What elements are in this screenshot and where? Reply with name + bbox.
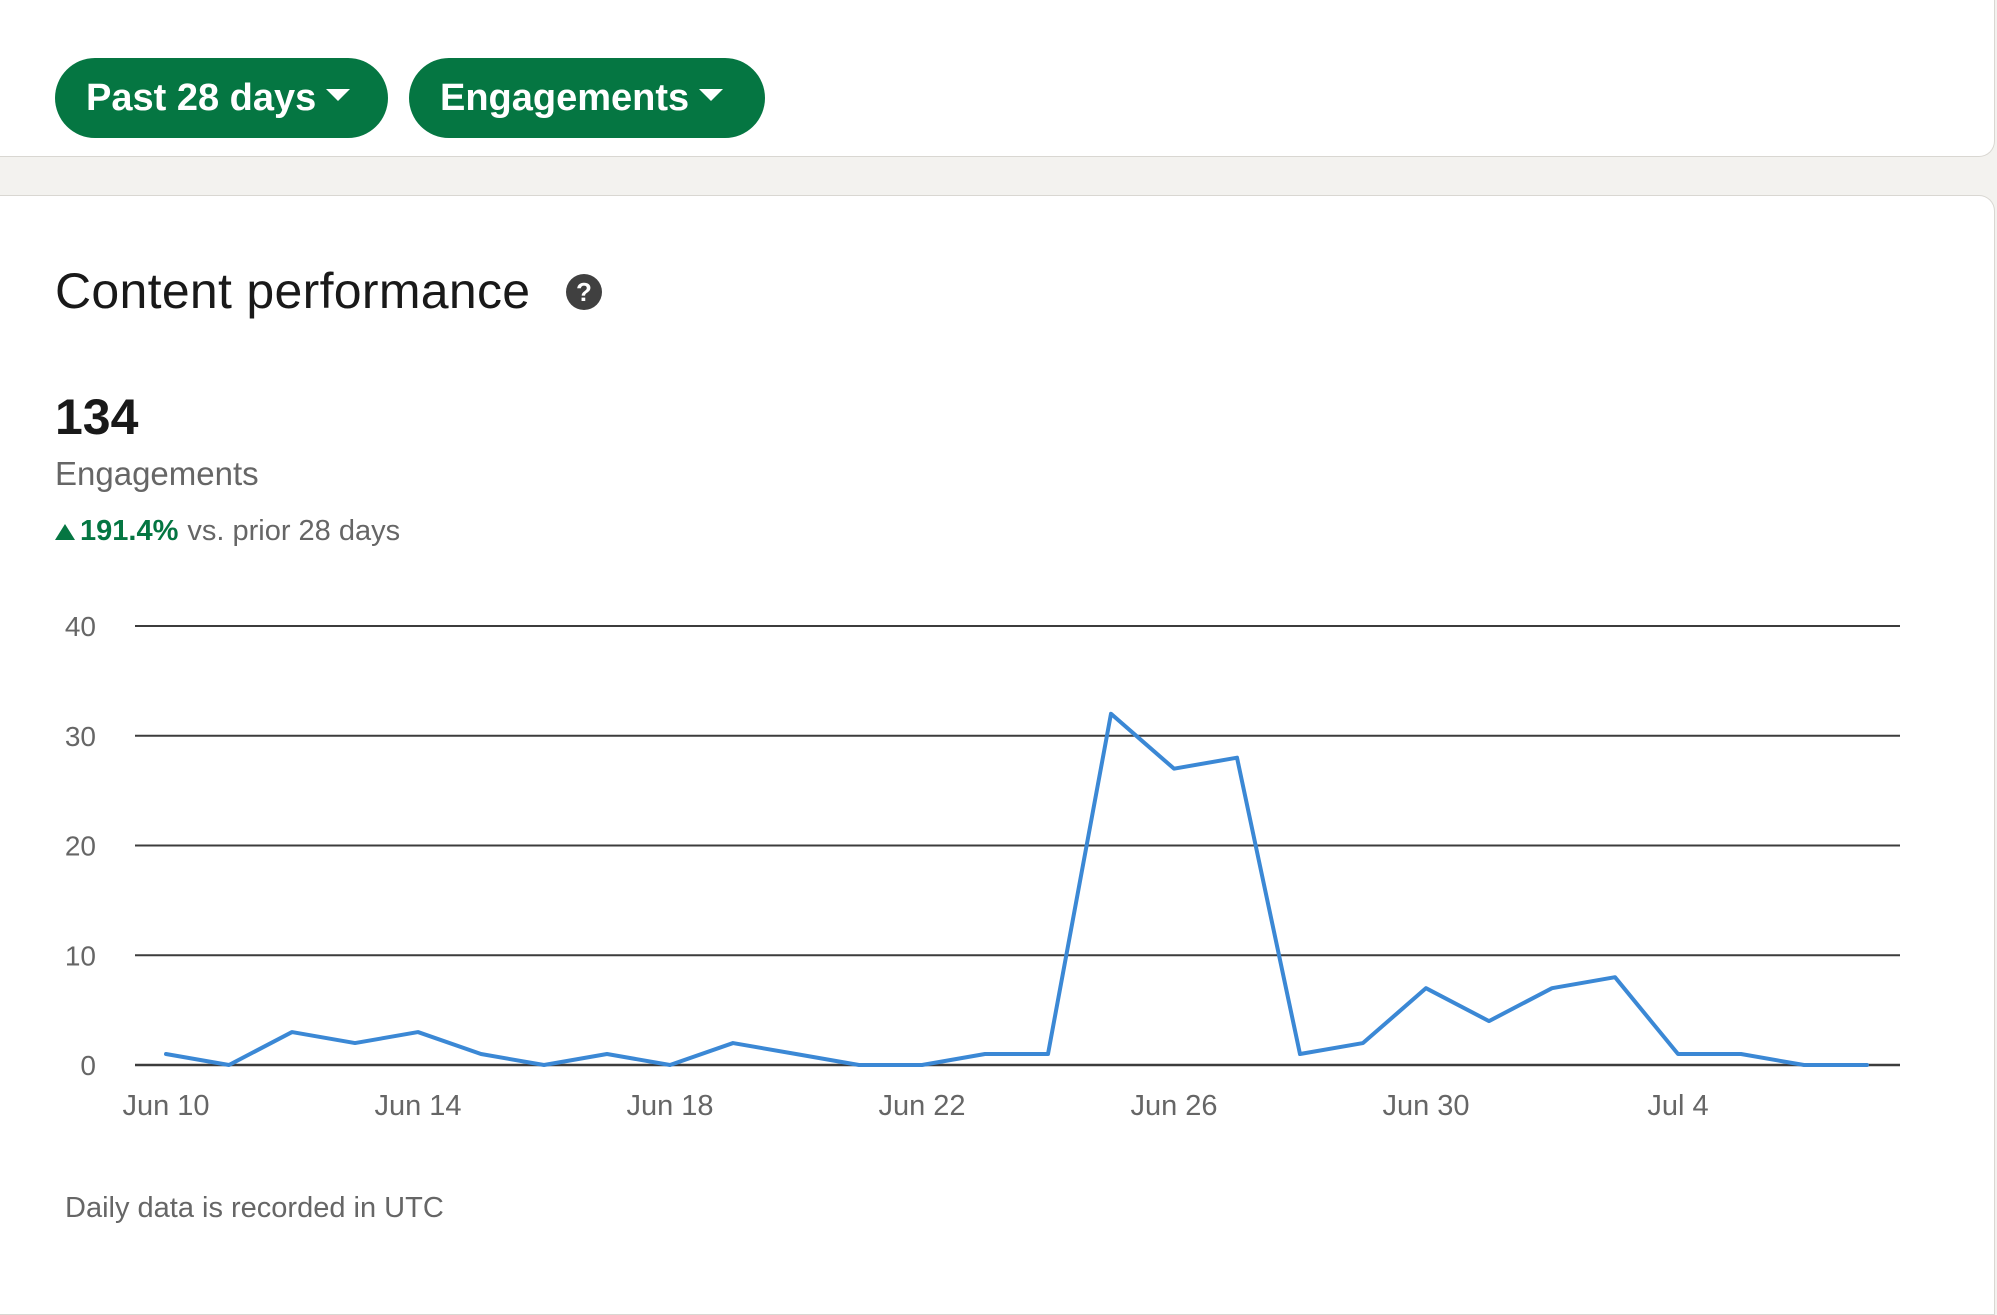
x-tick-label: Jun 26 — [1130, 1090, 1217, 1122]
section-title: Content performance — [55, 263, 531, 319]
metric-label-text: Engagements — [440, 76, 690, 119]
y-tick-label: 10 — [65, 940, 96, 971]
x-tick-label: Jun 30 — [1382, 1090, 1469, 1122]
x-tick-label: Jun 14 — [374, 1090, 461, 1122]
y-tick-label: 40 — [65, 611, 96, 642]
y-tick-label: 0 — [80, 1050, 96, 1081]
engagements-line-chart: 0 10 20 30 40 Jun 10 Jun 14 Jun 18 Jun 22 Jun 26 J… — [65, 611, 1900, 1122]
arrow-up-icon — [55, 523, 75, 540]
change-indicator: 191.4% vs. prior 28 days — [55, 515, 400, 548]
change-comparison-text: vs. prior 28 days — [187, 515, 401, 547]
x-tick-label: Jun 18 — [626, 1090, 713, 1122]
date-range-label: Past 28 days — [86, 76, 317, 119]
y-tick-label: 30 — [65, 721, 96, 752]
engagements-series-line — [164, 711, 1869, 1067]
metric-dropdown[interactable]: Engagements — [409, 58, 765, 138]
caret-down-icon — [326, 89, 351, 101]
utc-footnote: Daily data is recorded in UTC — [65, 1192, 444, 1224]
x-tick-label: Jun 22 — [878, 1090, 965, 1122]
x-tick-label: Jun 10 — [122, 1090, 209, 1122]
x-tick-label: Jul 4 — [1647, 1090, 1708, 1122]
total-engagements-label: Engagements — [55, 455, 259, 492]
total-engagements-value: 134 — [55, 389, 139, 445]
date-range-dropdown[interactable]: Past 28 days — [55, 58, 388, 138]
help-icon[interactable]: ? — [566, 274, 602, 310]
y-tick-label: 20 — [65, 831, 96, 862]
change-percent: 191.4% — [80, 515, 179, 547]
caret-down-icon — [699, 89, 724, 101]
